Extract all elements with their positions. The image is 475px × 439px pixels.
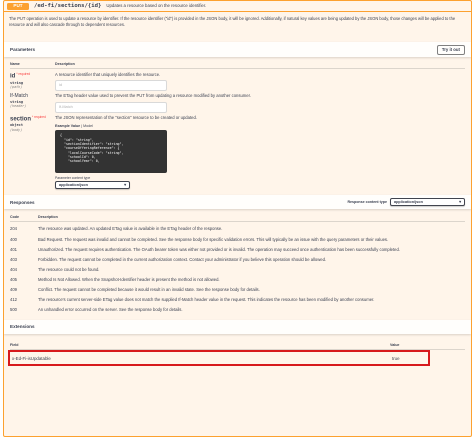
col-description: Description (55, 61, 75, 66)
chevron-down-icon: ▾ (459, 200, 461, 205)
response-code: 403 (10, 256, 17, 262)
response-description: The resource's current server-side ETag … (38, 297, 375, 303)
response-row: 409 Conflict. The request cannot be compl… (10, 283, 465, 293)
response-description: The resource was updated. An updated ETa… (38, 226, 223, 232)
response-row: 204 The resource was updated. An updated … (10, 222, 465, 232)
param-row-section: section* required object (body) The JSON… (10, 113, 465, 190)
try-it-out-button[interactable]: Try it out (436, 44, 465, 55)
responses-header: Responses Response content type applicat… (4, 195, 471, 210)
response-content-type: Response content type application/json ▾ (347, 198, 465, 207)
extension-value: true (392, 355, 400, 361)
method-badge: PUT (7, 2, 29, 10)
extension-field: x-Ed-Fi-isUpdatable (12, 355, 51, 361)
param-name: id (10, 73, 16, 80)
param-location: (header) (10, 103, 27, 108)
col-field: Field (10, 342, 19, 347)
response-code: 204 (10, 226, 17, 232)
response-code: 409 (10, 287, 17, 293)
param-location: (body) (10, 127, 23, 132)
response-content-type-label: Response content type (347, 200, 387, 205)
extension-row-highlighted: x-Ed-Fi-isUpdatable true (8, 350, 430, 367)
operation-summary[interactable]: PUT /ed-fi/sections/{id} Updates a resou… (4, 1, 471, 12)
response-description: An unhandled error occurred on the serve… (38, 307, 183, 313)
response-description: Conflict. The request cannot be complete… (38, 287, 260, 293)
param-name: section (10, 115, 32, 122)
chevron-down-icon: ▾ (124, 183, 126, 188)
tab-example-value[interactable]: Example Value (55, 124, 80, 128)
response-description: The resource could not be found. (38, 266, 100, 272)
extensions-table-header: Field Value (10, 334, 465, 351)
select-value: application/json (59, 183, 88, 188)
response-row: 500 An unhandled error occurred on the se… (10, 303, 465, 313)
required-marker: * required (32, 114, 46, 119)
parameters-table-header: Name Description (10, 57, 465, 69)
operation-description: The PUT operation is used to update a re… (9, 16, 456, 27)
param-description: The ETag header value used to prevent th… (55, 93, 251, 99)
col-name: Name (10, 61, 20, 66)
responses-title: Responses (10, 199, 35, 205)
response-code: 500 (10, 307, 17, 313)
response-code: 401 (10, 246, 17, 252)
response-row: 405 Method Is Not Allowed. When the Snaps… (10, 273, 465, 283)
response-row: 403 Forbidden. The request cannot be comp… (10, 253, 465, 263)
select-value: application/json (394, 200, 423, 205)
response-row: 404 The resource could not be found. (10, 263, 465, 273)
response-code: 412 (10, 297, 17, 303)
parameter-content-type-label: Parameter content type (55, 176, 91, 181)
if-match-input[interactable]: If-Match (55, 101, 167, 113)
param-row-if-match: If-Match string (header) The ETag header… (10, 91, 465, 113)
operation-summary-text: Updates a resource based on the resource… (106, 3, 207, 9)
col-value: Value (390, 342, 400, 347)
col-code: Code (10, 215, 19, 219)
param-description: The JSON representation of the "section"… (55, 114, 197, 120)
parameters-header: Parameters Try it out (4, 42, 471, 57)
extensions-table: Field Value x-Ed-Fi-isUpdatable true (4, 334, 471, 367)
example-json-code[interactable]: { "id": "string", "sectionIdentifier": "… (55, 130, 167, 174)
response-code: 400 (10, 236, 17, 242)
operation-block: PUT /ed-fi/sections/{id} Updates a resou… (3, 0, 472, 437)
parameters-title: Parameters (10, 46, 36, 52)
extensions-header: Extensions (4, 320, 471, 335)
response-row: 401 Unauthorized. The request requires au… (10, 243, 465, 253)
response-content-type-select[interactable]: application/json ▾ (390, 198, 465, 207)
responses-table: Code Description 204 The resource was upd… (4, 209, 471, 313)
col-description: Description (38, 215, 58, 219)
param-description: A resource identifier that uniquely iden… (55, 72, 161, 77)
required-marker: * required (16, 72, 31, 76)
operation-path: /ed-fi/sections/{id} (34, 2, 102, 9)
response-code: 405 (10, 276, 17, 282)
response-description: Method Is Not Allowed. When the Snapshot… (38, 276, 220, 282)
parameter-content-type-select[interactable]: application/json ▾ (55, 181, 130, 190)
tab-model[interactable]: Model (83, 124, 93, 128)
id-input[interactable]: id (55, 80, 167, 92)
parameters-table: Name Description id* required string (pa… (4, 57, 471, 190)
response-code: 404 (10, 266, 17, 272)
response-row: 412 The resource's current server-side ET… (10, 293, 465, 303)
response-row: 400 Bad Request. The request was invalid … (10, 233, 465, 243)
param-location: (path) (10, 85, 23, 90)
response-description: Forbidden. The request cannot be complet… (38, 256, 327, 262)
response-description: Unauthorized. The request requires authe… (38, 246, 400, 252)
param-row-id: id* required string (path) A resource id… (10, 69, 465, 92)
response-description: Bad Request. The request was invalid and… (38, 236, 389, 242)
example-model-tabs: Example Value | Model (55, 124, 197, 128)
extensions-title: Extensions (10, 324, 35, 330)
responses-table-header: Code Description (10, 209, 465, 223)
